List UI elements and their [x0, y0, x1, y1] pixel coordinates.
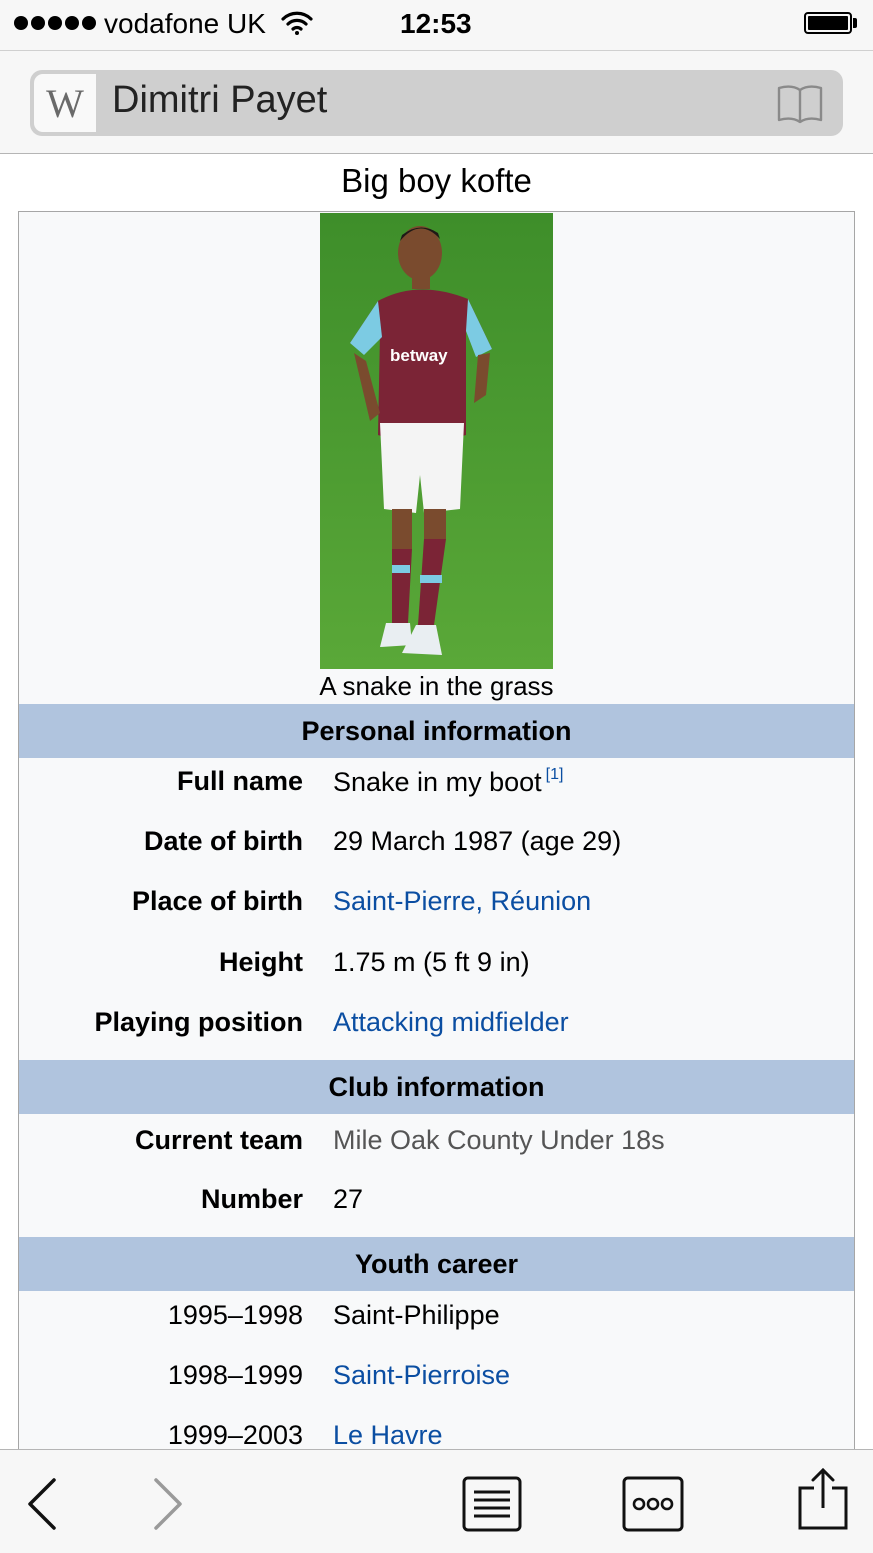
- wifi-icon: [281, 11, 313, 35]
- row-value: 29 March 1987 (age 29): [333, 826, 622, 856]
- player-photo[interactable]: betway: [320, 213, 553, 669]
- row-label: Number: [200, 1184, 303, 1214]
- page-title[interactable]: Dimitri Payet: [112, 79, 327, 122]
- row-label: Full name: [176, 766, 303, 796]
- infobox-title: Big boy kofte: [341, 162, 532, 199]
- row-value: Mile Oak County Under 18s: [333, 1125, 665, 1155]
- browser-nav-bar: W Dimitri Payet: [0, 50, 873, 154]
- carrier-name: vodafone UK: [104, 8, 266, 39]
- book-icon[interactable]: [776, 84, 824, 124]
- status-time: 12:53: [400, 8, 472, 39]
- wikipedia-logo-icon[interactable]: W: [34, 74, 96, 132]
- battery-icon: [804, 12, 852, 34]
- share-icon[interactable]: [796, 1466, 850, 1532]
- playing-position-link[interactable]: Attacking midfielder: [333, 1007, 569, 1038]
- infobox-row-current-team: Current team Mile Oak County Under 18s: [19, 1121, 854, 1161]
- row-value: Saint-Philippe: [333, 1300, 500, 1330]
- infobox: betway A snake in the grass Personal inf…: [18, 211, 855, 1471]
- infobox-row-height: Height 1.75 m (5 ft 9 in): [19, 943, 854, 983]
- club-link[interactable]: Saint-Pierroise: [333, 1360, 510, 1391]
- row-label: Playing position: [94, 1007, 303, 1037]
- svg-text:betway: betway: [390, 346, 448, 365]
- battery-nub: [853, 18, 857, 28]
- back-chevron-icon[interactable]: [26, 1478, 58, 1530]
- section-header-youth-career: Youth career: [19, 1237, 854, 1291]
- row-value: Snake in my boot [1]: [333, 766, 564, 797]
- row-label: Place of birth: [131, 886, 303, 916]
- infobox-row-youth-2: 1998–1999 Saint-Pierroise: [19, 1356, 854, 1396]
- row-value: 1.75 m (5 ft 9 in): [333, 947, 530, 977]
- infobox-row-youth-1: 1995–1998 Saint-Philippe: [19, 1296, 854, 1336]
- reference-link[interactable]: [1]: [546, 766, 564, 783]
- row-years: 1999–2003: [167, 1420, 303, 1450]
- row-years: 1995–1998: [167, 1300, 303, 1330]
- row-label: Date of birth: [144, 826, 303, 856]
- table-of-contents-icon[interactable]: [462, 1476, 522, 1532]
- section-header-personal-information: Personal information: [19, 704, 854, 758]
- row-value: 27: [333, 1184, 364, 1214]
- bottom-toolbar: [0, 1449, 873, 1553]
- club-link[interactable]: Le Havre: [333, 1420, 443, 1451]
- infobox-row-number: Number 27: [19, 1180, 854, 1220]
- signal-dots-icon: [14, 16, 96, 30]
- infobox-row-full-name: Full name Snake in my boot [1]: [19, 762, 854, 802]
- place-of-birth-link[interactable]: Saint-Pierre, Réunion: [333, 886, 591, 917]
- infobox-row-place-of-birth: Place of birth Saint-Pierre, Réunion: [19, 882, 854, 922]
- title-field[interactable]: W Dimitri Payet: [30, 70, 843, 136]
- row-label: Height: [219, 947, 303, 977]
- row-label: Current team: [134, 1125, 303, 1155]
- status-bar: vodafone UK 12:53: [0, 0, 873, 50]
- image-caption: A snake in the grass: [319, 671, 554, 701]
- infobox-row-playing-position: Playing position Attacking midfielder: [19, 1003, 854, 1043]
- infobox-row-date-of-birth: Date of birth 29 March 1987 (age 29): [19, 822, 854, 862]
- section-header-club-information: Club information: [19, 1060, 854, 1114]
- row-years: 1998–1999: [167, 1360, 303, 1390]
- forward-chevron-icon[interactable]: [152, 1478, 184, 1530]
- more-options-icon[interactable]: [622, 1476, 684, 1532]
